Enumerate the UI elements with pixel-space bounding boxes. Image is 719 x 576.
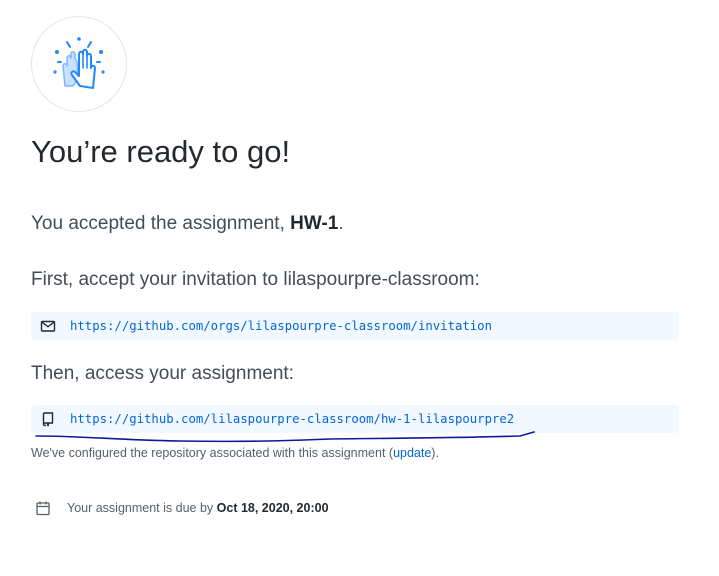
high-five-avatar [31, 16, 127, 112]
configured-note: We've configured the repository associat… [31, 446, 439, 460]
page-title: You’re ready to go! [31, 134, 291, 169]
calendar-icon [35, 500, 51, 516]
update-link[interactable]: update [393, 446, 431, 460]
repository-url-box: https://github.com/lilaspourpre-classroo… [31, 405, 679, 433]
accepted-suffix: . [338, 213, 344, 234]
high-five-hands-icon [53, 37, 105, 89]
accepted-prefix: You accepted the assignment, [31, 213, 291, 234]
configured-prefix: We've configured the repository associat… [31, 446, 394, 460]
invitation-link[interactable]: https://github.com/orgs/lilaspourpre-cla… [70, 319, 492, 333]
invitation-url-box: https://github.com/orgs/lilaspourpre-cla… [31, 312, 679, 340]
due-date-row: Your assignment is due by Oct 18, 2020, … [35, 500, 329, 516]
due-date: Oct 18, 2020, 20:00 [216, 501, 329, 515]
invitation-instruction: First, accept your invitation to lilaspo… [31, 269, 480, 290]
due-text: Your assignment is due by Oct 18, 2020, … [67, 501, 329, 515]
assignment-name: HW-1 [290, 213, 339, 234]
repository-link[interactable]: https://github.com/lilaspourpre-classroo… [70, 412, 514, 426]
accepted-assignment-text: You accepted the assignment, HW-1. [31, 213, 344, 235]
configured-suffix: ). [431, 446, 439, 460]
repo-icon [40, 411, 56, 427]
mail-icon [40, 318, 56, 334]
due-prefix: Your assignment is due by [67, 501, 217, 515]
assignment-instruction: Then, access your assignment: [31, 363, 294, 384]
